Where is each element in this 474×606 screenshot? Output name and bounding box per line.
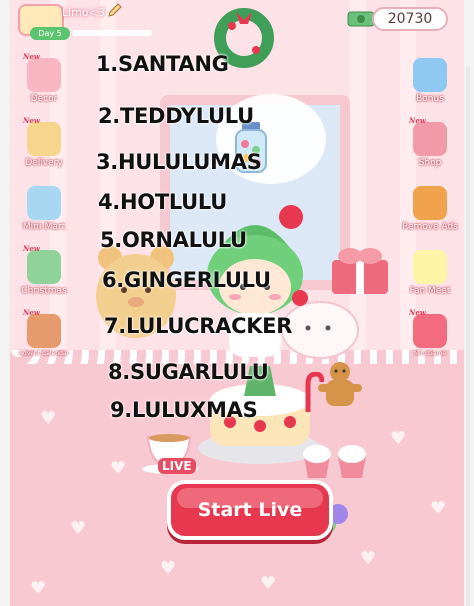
menu-remove-ads-button[interactable]: Remove Ads [402, 186, 458, 232]
list-item: 2.TEDDYLULU [98, 104, 254, 128]
menu-christmas-button[interactable]: New Christmas [16, 244, 72, 296]
list-item: 4.HOTLULU [98, 190, 228, 214]
menu-fan-meet-button[interactable]: Fan Meet [402, 250, 458, 296]
fan-meet-icon [413, 250, 447, 284]
list-item: 5.ORNALULU [100, 228, 247, 252]
list-item: 1.SANTANG [96, 52, 229, 76]
list-item: 9.LULUXMAS [110, 398, 258, 422]
advent-calendar-icon: New [23, 308, 61, 348]
menu-shop-button[interactable]: New Shop [402, 116, 458, 168]
menu-decor-button[interactable]: New Decor [16, 52, 72, 104]
list-item: 6.GINGERLULU [102, 268, 271, 292]
scrollbar-track[interactable] [466, 66, 470, 606]
christmas-tree-icon: New [23, 244, 61, 284]
experience-bar [72, 30, 152, 36]
gift-box-icon [413, 58, 447, 92]
live-indicator: LIVE [158, 458, 196, 474]
menu-mini-mart-button[interactable]: Mini-Mart [16, 186, 72, 232]
cupcake-icon [303, 445, 366, 478]
menu-bonus-button[interactable]: Bonus [402, 58, 458, 104]
pencil-icon[interactable] [107, 2, 123, 18]
list-item: 3.HULULUMAS [96, 150, 262, 174]
mini-mart-icon [27, 186, 61, 220]
remove-ads-icon [413, 186, 447, 220]
menu-advent-calendar-button[interactable]: New Advent Calendar [16, 308, 72, 357]
list-item: 8.SUGARLULU [108, 360, 269, 384]
list-item: 7.LULUCRACKER [104, 314, 293, 338]
menu-mini-game-button[interactable]: New Mini Game [402, 308, 458, 357]
delivery-icon: New [23, 116, 61, 156]
shop-icon: New [409, 116, 447, 156]
coin-balance[interactable]: 20730 [372, 7, 448, 31]
mini-game-icon: New [409, 308, 447, 348]
day-badge: Day 5 [30, 27, 70, 40]
username: Limo<3 [62, 6, 105, 19]
decor-icon: New [23, 52, 61, 92]
gingerbread-icon [318, 362, 362, 406]
menu-delivery-button[interactable]: New Delivery [16, 116, 72, 168]
top-bar: Limo<3 Day 5 20730 [10, 0, 464, 68]
game-screen: ♥ ♥ ♥ ♥ ♥ ♥ ♥ ♥ ♥ Limo<3 Day 5 20730 New… [10, 0, 464, 606]
start-live-button[interactable]: Start Live [167, 480, 333, 540]
